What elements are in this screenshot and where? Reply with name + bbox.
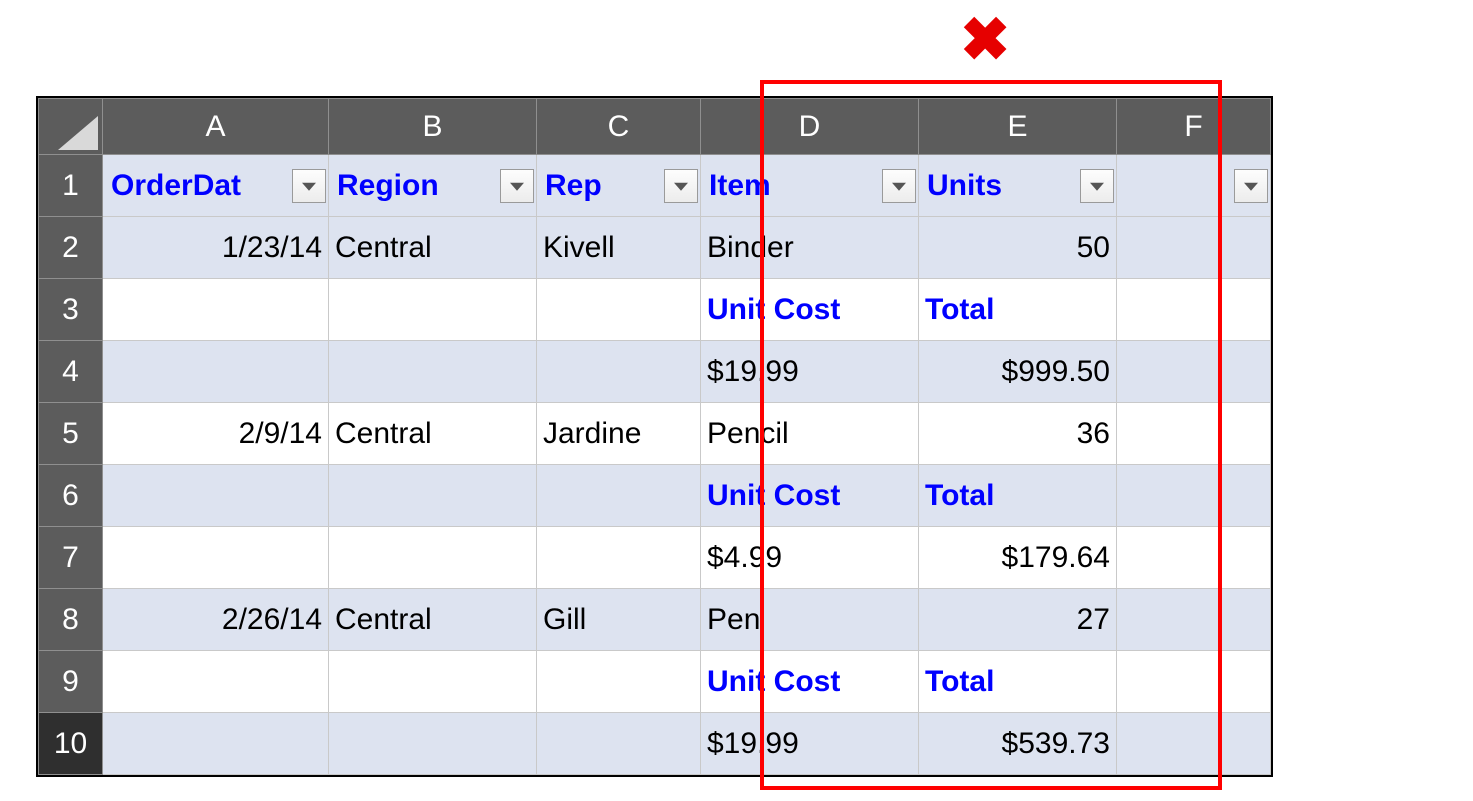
row-header-2[interactable]: 2: [39, 217, 103, 279]
header-label: Rep: [545, 169, 602, 202]
row-header-1[interactable]: 1: [39, 155, 103, 217]
cell-A3[interactable]: [103, 279, 329, 341]
header-label: Item: [709, 169, 771, 202]
cell-B2[interactable]: Central: [329, 217, 537, 279]
cell-A5[interactable]: 2/9/14: [103, 403, 329, 465]
cell-D5[interactable]: Pencil: [701, 403, 919, 465]
filter-dropdown-icon[interactable]: [500, 169, 534, 203]
cell-B1[interactable]: Region: [329, 155, 537, 217]
cell-D10[interactable]: $19.99: [701, 713, 919, 775]
cell-C10[interactable]: [537, 713, 701, 775]
cell-C2[interactable]: Kivell: [537, 217, 701, 279]
cell-D4[interactable]: $19.99: [701, 341, 919, 403]
cell-C9[interactable]: [537, 651, 701, 713]
cell-C5[interactable]: Jardine: [537, 403, 701, 465]
cell-E7[interactable]: $179.64: [919, 527, 1117, 589]
cell-E4[interactable]: $999.50: [919, 341, 1117, 403]
spreadsheet-grid: A B C D E F 1 OrderDat Region Rep Item U…: [38, 98, 1271, 775]
cell-A4[interactable]: [103, 341, 329, 403]
cell-F7[interactable]: [1117, 527, 1271, 589]
cell-D7[interactable]: $4.99: [701, 527, 919, 589]
cell-C1[interactable]: Rep: [537, 155, 701, 217]
cell-B9[interactable]: [329, 651, 537, 713]
header-label: Region: [337, 169, 439, 202]
cell-D3[interactable]: Unit Cost: [701, 279, 919, 341]
row-header-8[interactable]: 8: [39, 589, 103, 651]
col-header-C[interactable]: C: [537, 99, 701, 155]
cell-E2[interactable]: 50: [919, 217, 1117, 279]
filter-dropdown-icon[interactable]: [1080, 169, 1114, 203]
cell-F9[interactable]: [1117, 651, 1271, 713]
col-header-D[interactable]: D: [701, 99, 919, 155]
cell-A8[interactable]: 2/26/14: [103, 589, 329, 651]
cell-A2[interactable]: 1/23/14: [103, 217, 329, 279]
cell-E5[interactable]: 36: [919, 403, 1117, 465]
cell-B7[interactable]: [329, 527, 537, 589]
cell-A1[interactable]: OrderDat: [103, 155, 329, 217]
row-header-5[interactable]: 5: [39, 403, 103, 465]
cell-C8[interactable]: Gill: [537, 589, 701, 651]
cell-C7[interactable]: [537, 527, 701, 589]
select-all-corner[interactable]: [39, 99, 103, 155]
cell-C3[interactable]: [537, 279, 701, 341]
cell-F3[interactable]: [1117, 279, 1271, 341]
col-header-A[interactable]: A: [103, 99, 329, 155]
header-label: OrderDat: [111, 169, 241, 202]
col-header-E[interactable]: E: [919, 99, 1117, 155]
cell-F2[interactable]: [1117, 217, 1271, 279]
cell-E10[interactable]: $539.73: [919, 713, 1117, 775]
cell-F5[interactable]: [1117, 403, 1271, 465]
cell-B10[interactable]: [329, 713, 537, 775]
cell-E1[interactable]: Units: [919, 155, 1117, 217]
cell-D2[interactable]: Binder: [701, 217, 919, 279]
row-header-6[interactable]: 6: [39, 465, 103, 527]
cell-E6[interactable]: Total: [919, 465, 1117, 527]
cell-A9[interactable]: [103, 651, 329, 713]
cell-F8[interactable]: [1117, 589, 1271, 651]
row-header-7[interactable]: 7: [39, 527, 103, 589]
header-label: Units: [927, 169, 1002, 202]
cell-F1[interactable]: [1117, 155, 1271, 217]
cell-B8[interactable]: Central: [329, 589, 537, 651]
row-header-4[interactable]: 4: [39, 341, 103, 403]
cell-D1[interactable]: Item: [701, 155, 919, 217]
col-header-F[interactable]: F: [1117, 99, 1271, 155]
cell-D8[interactable]: Pen: [701, 589, 919, 651]
row-header-9[interactable]: 9: [39, 651, 103, 713]
cell-E8[interactable]: 27: [919, 589, 1117, 651]
spreadsheet: A B C D E F 1 OrderDat Region Rep Item U…: [36, 96, 1273, 777]
cell-C4[interactable]: [537, 341, 701, 403]
filter-dropdown-icon[interactable]: [664, 169, 698, 203]
cell-B3[interactable]: [329, 279, 537, 341]
col-header-B[interactable]: B: [329, 99, 537, 155]
cell-E9[interactable]: Total: [919, 651, 1117, 713]
cell-F4[interactable]: [1117, 341, 1271, 403]
cell-A7[interactable]: [103, 527, 329, 589]
cell-F6[interactable]: [1117, 465, 1271, 527]
cell-D6[interactable]: Unit Cost: [701, 465, 919, 527]
cell-A6[interactable]: [103, 465, 329, 527]
row-header-3[interactable]: 3: [39, 279, 103, 341]
error-x-icon: ✖: [960, 10, 1010, 70]
filter-dropdown-icon[interactable]: [1234, 169, 1268, 203]
filter-dropdown-icon[interactable]: [292, 169, 326, 203]
cell-B5[interactable]: Central: [329, 403, 537, 465]
filter-dropdown-icon[interactable]: [882, 169, 916, 203]
cell-F10[interactable]: [1117, 713, 1271, 775]
cell-B4[interactable]: [329, 341, 537, 403]
cell-E3[interactable]: Total: [919, 279, 1117, 341]
row-header-10[interactable]: 10: [39, 713, 103, 775]
cell-D9[interactable]: Unit Cost: [701, 651, 919, 713]
cell-C6[interactable]: [537, 465, 701, 527]
cell-B6[interactable]: [329, 465, 537, 527]
cell-A10[interactable]: [103, 713, 329, 775]
